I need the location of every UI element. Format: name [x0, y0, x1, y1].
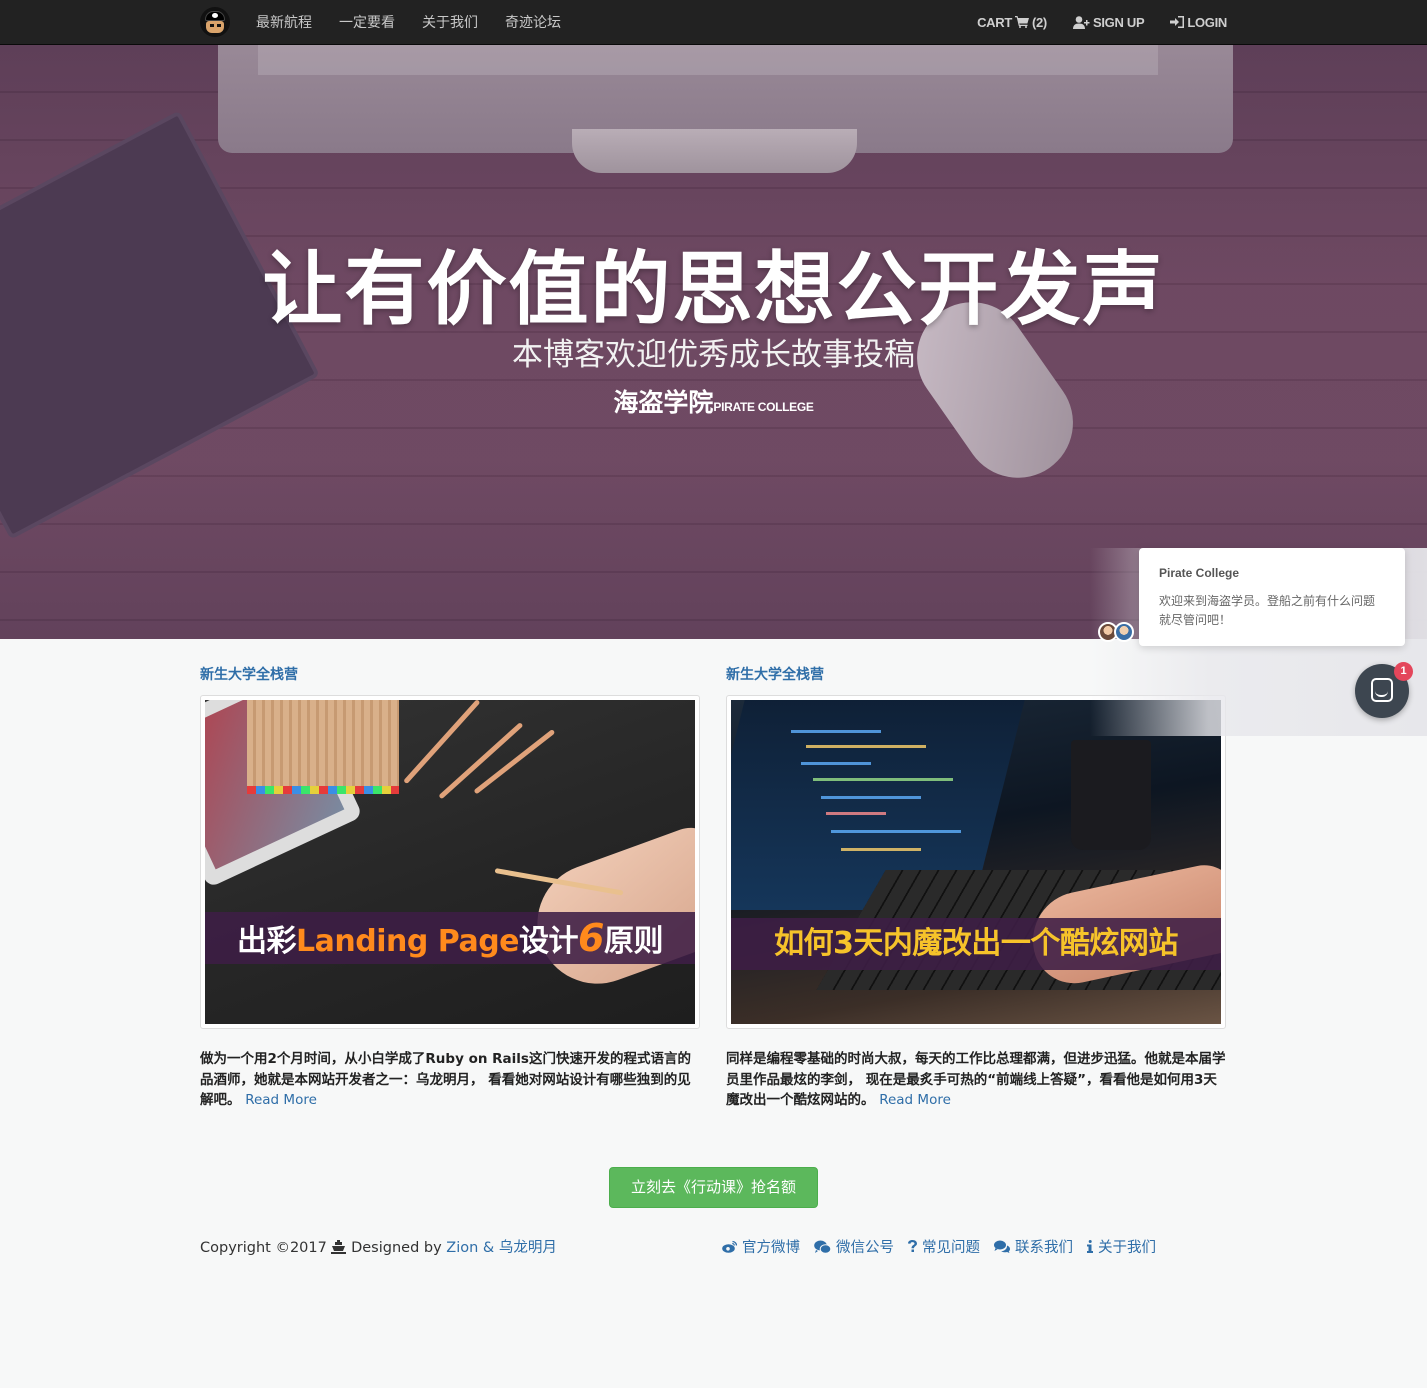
hero-title: 让有价值的思想公开发声	[262, 243, 1165, 336]
post-image-laptop: 如何3天内魔改出一个酷炫网站	[731, 700, 1221, 1024]
cart-label: CART	[977, 14, 1012, 30]
nav-account-links: CART (2) SIGN UP LOGIN	[977, 15, 1227, 30]
designed-by-text: Designed by	[351, 1240, 442, 1256]
question-icon	[908, 1240, 917, 1252]
post-banner: 出彩Landing Page设计6原则	[205, 912, 695, 964]
navbar-inner: 最新航程 一定要看 关于我们 奇迹论坛 CART (2) SIGN UP LOG…	[200, 0, 1227, 44]
signup-label: SIGN UP	[1092, 14, 1145, 30]
action-course-button[interactable]: 立刻去《行动课》抢名额	[609, 1167, 818, 1208]
hero-subtitle: 本博客欢迎优秀成长故事投稿	[512, 337, 915, 373]
login-label: LOGIN	[1187, 14, 1227, 30]
footer-link-about[interactable]: 关于我们	[1087, 1236, 1156, 1257]
hero-brand-cn: 海盗学院	[613, 388, 714, 417]
login-link[interactable]: LOGIN	[1170, 15, 1227, 30]
cart-link[interactable]: CART (2)	[977, 15, 1047, 30]
footer-link-wechat[interactable]: 微信公号	[814, 1236, 894, 1257]
post-card-landing-page: 新生大学全栈营 出彩Landing Page设计6原则 做为一个用2个月时间，从…	[200, 664, 700, 1111]
info-icon	[1087, 1240, 1093, 1253]
post-category[interactable]: 新生大学全栈营	[200, 664, 700, 686]
cart-count: (2)	[1031, 14, 1047, 30]
nav-link-must-see[interactable]: 一定要看	[339, 12, 395, 32]
nav-link-forum[interactable]: 奇迹论坛	[505, 12, 561, 32]
chat-sender: Pirate College	[1159, 566, 1240, 580]
footer-link-label: 关于我们	[1098, 1240, 1156, 1256]
post-excerpt: 做为一个用2个月时间，从小白学成了Ruby on Rails这门快速开发的程式语…	[200, 1049, 700, 1111]
read-more-link[interactable]: Read More	[879, 1092, 951, 1108]
post-excerpt-text: 同样是编程零基础的时尚大叔，每天的工作比总理都满，但进步迅猛。他就是本届学员里作…	[726, 1051, 1226, 1108]
read-more-link[interactable]: Read More	[245, 1092, 317, 1108]
hero-brand-en: PIRATE COLLEGE	[713, 400, 814, 414]
footer-link-label: 联系我们	[1015, 1240, 1073, 1256]
pirate-logo-icon[interactable]	[200, 7, 230, 37]
banner-text-post: 原则	[603, 924, 664, 959]
weibo-icon	[722, 1240, 737, 1253]
comments-icon	[994, 1240, 1010, 1253]
footer-link-weibo[interactable]: 官方微博	[722, 1236, 800, 1257]
footer-link-label: 官方微博	[742, 1240, 800, 1256]
sign-in-icon	[1170, 16, 1185, 28]
footer-link-label: 常见问题	[922, 1240, 980, 1256]
nav-link-about[interactable]: 关于我们	[422, 12, 478, 32]
hero-brand: 海盗学院PIRATE COLLEGE	[0, 383, 1427, 419]
footer-link-contact[interactable]: 联系我们	[994, 1236, 1073, 1257]
footer-links: 官方微博 微信公号 常见问题 联系我们 关于我们	[722, 1236, 1156, 1257]
designers-link[interactable]: Zion & 乌龙明月	[446, 1240, 557, 1256]
banner-text-pre: 出彩	[237, 924, 297, 959]
top-navbar: 最新航程 一定要看 关于我们 奇迹论坛 CART (2) SIGN UP LOG…	[0, 0, 1427, 45]
banner-text-mid: 设计	[519, 924, 579, 959]
ship-icon	[331, 1240, 347, 1254]
post-thumbnail[interactable]: 出彩Landing Page设计6原则	[200, 695, 700, 1029]
user-plus-icon	[1072, 15, 1090, 29]
chat-agent-avatar	[1114, 622, 1134, 642]
post-image-desk: 出彩Landing Page设计6原则	[205, 700, 695, 1024]
chat-message: 欢迎来到海盗学员。登船之前有什么问题就尽管问吧！	[1159, 594, 1376, 627]
footer-link-label: 微信公号	[836, 1240, 894, 1256]
footer-link-faq[interactable]: 常见问题	[908, 1236, 980, 1257]
chat-bubble-icon	[1371, 678, 1393, 702]
hero-bg-stand	[572, 129, 857, 173]
signup-link[interactable]: SIGN UP	[1072, 14, 1145, 30]
post-banner: 如何3天内魔改出一个酷炫网站	[731, 918, 1221, 970]
chat-unread-badge: 1	[1394, 662, 1413, 681]
banner-text-highlight: Landing Page	[296, 924, 520, 959]
copyright-text: Copyright ©2017	[200, 1240, 327, 1256]
cart-icon	[1014, 16, 1029, 28]
chat-preview-popup[interactable]: Pirate College 欢迎来到海盗学员。登船之前有什么问题就尽管问吧！	[1139, 548, 1405, 646]
post-excerpt: 同样是编程零基础的时尚大叔，每天的工作比总理都满，但进步迅猛。他就是本届学员里作…	[726, 1049, 1226, 1111]
post-thumbnail[interactable]: 如何3天内魔改出一个酷炫网站	[726, 695, 1226, 1029]
nav-main-links: 最新航程 一定要看 关于我们 奇迹论坛	[256, 12, 561, 32]
nav-link-latest[interactable]: 最新航程	[256, 12, 312, 32]
wechat-icon	[814, 1240, 831, 1254]
banner-text-number: 6	[578, 916, 604, 960]
footer-copyright: Copyright ©2017 Designed by Zion & 乌龙明月	[200, 1236, 557, 1257]
